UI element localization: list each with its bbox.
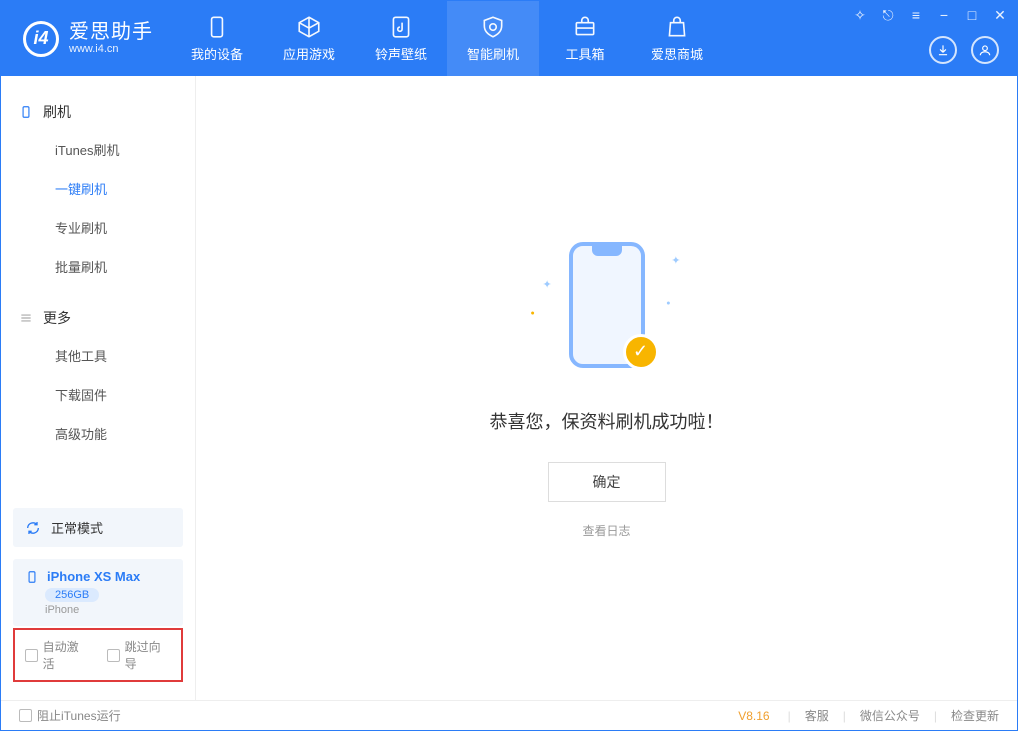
sidebar-item-other-tools[interactable]: 其他工具 (1, 336, 195, 375)
sidebar-item-itunes-flash[interactable]: iTunes刷机 (1, 130, 195, 169)
header: i4 爱思助手 www.i4.cn 我的设备 应用游戏 铃声壁纸 智能刷机 工具… (1, 1, 1017, 76)
success-illustration: ✦ ● ✦ ● ✓ (537, 238, 677, 378)
footer-link-update[interactable]: 检查更新 (951, 707, 999, 724)
tab-label: 我的设备 (191, 44, 243, 63)
account-button[interactable] (971, 36, 999, 64)
sidebar-item-pro-flash[interactable]: 专业刷机 (1, 208, 195, 247)
sidebar-item-advanced[interactable]: 高级功能 (1, 414, 195, 453)
sidebar-section-flash: 刷机 (1, 94, 195, 130)
section-title: 更多 (43, 308, 71, 328)
tab-label: 应用游戏 (283, 44, 335, 63)
main-tabs: 我的设备 应用游戏 铃声壁纸 智能刷机 工具箱 爱思商城 (171, 1, 723, 76)
view-log-link[interactable]: 查看日志 (582, 522, 630, 539)
sidebar-item-download-firmware[interactable]: 下载固件 (1, 375, 195, 414)
checkbox-label: 阻止iTunes运行 (37, 707, 121, 724)
tab-label: 智能刷机 (467, 44, 519, 63)
checkmark-badge-icon: ✓ (623, 334, 659, 370)
sparkle-icon: ● (531, 310, 535, 317)
checkbox-label: 自动激活 (43, 638, 89, 672)
close-button[interactable]: ✕ (993, 7, 1007, 24)
cube-icon (296, 14, 322, 40)
sparkle-icon: ✦ (543, 278, 552, 291)
user-icon (978, 43, 992, 57)
version-label: V8.16 (738, 709, 769, 723)
sidebar: 刷机 iTunes刷机 一键刷机 专业刷机 批量刷机 更多 其他工具 下载固件 … (1, 76, 196, 700)
download-icon (936, 43, 950, 57)
maximize-button[interactable]: □ (965, 7, 979, 24)
window-controls: ✧ ⎋ ≡ − □ ✕ (853, 7, 1007, 24)
main-content: ✦ ● ✦ ● ✓ 恭喜您，保资料刷机成功啦！ 确定 查看日志 (196, 76, 1017, 700)
checkbox-icon (107, 649, 120, 662)
header-actions (929, 36, 999, 64)
tab-label: 铃声壁纸 (375, 44, 427, 63)
refresh-icon (25, 520, 41, 536)
sidebar-section-more: 更多 (1, 300, 195, 336)
music-file-icon (388, 14, 414, 40)
app-logo: i4 爱思助手 www.i4.cn (1, 1, 171, 76)
device-type: iPhone (45, 604, 171, 616)
device-icon (204, 14, 230, 40)
download-button[interactable] (929, 36, 957, 64)
phone-icon (19, 105, 33, 119)
list-icon (19, 311, 33, 325)
sparkle-icon: ✦ (671, 254, 680, 267)
footer-link-support[interactable]: 客服 (805, 707, 829, 724)
checkbox-icon (19, 709, 32, 722)
tab-store[interactable]: 爱思商城 (631, 1, 723, 76)
shirt-icon[interactable]: ✧ (853, 7, 867, 24)
app-title: 爱思助手 (69, 21, 153, 43)
phone-small-icon (25, 570, 39, 584)
skip-guide-checkbox[interactable]: 跳过向导 (107, 638, 171, 672)
section-title: 刷机 (43, 102, 71, 122)
block-itunes-checkbox[interactable]: 阻止iTunes运行 (19, 707, 121, 724)
tab-label: 工具箱 (565, 44, 604, 63)
success-message: 恭喜您，保资料刷机成功啦！ (490, 408, 724, 434)
tab-toolbox[interactable]: 工具箱 (539, 1, 631, 76)
footer-link-wechat[interactable]: 微信公众号 (860, 707, 920, 724)
bag-icon (664, 14, 690, 40)
sidebar-item-batch-flash[interactable]: 批量刷机 (1, 247, 195, 286)
device-storage-badge: 256GB (45, 588, 99, 602)
checkbox-icon (25, 649, 38, 662)
device-mode-label: 正常模式 (51, 518, 103, 537)
footer-links: | 客服 | 微信公众号 | 检查更新 (788, 707, 999, 724)
menu-icon[interactable]: ≡ (909, 7, 923, 24)
auto-activate-checkbox[interactable]: 自动激活 (25, 638, 89, 672)
sidebar-item-one-key-flash[interactable]: 一键刷机 (1, 169, 195, 208)
lock-icon[interactable]: ⎋ (881, 7, 895, 24)
minimize-button[interactable]: − (937, 7, 951, 24)
tab-smart-flash[interactable]: 智能刷机 (447, 1, 539, 76)
sparkle-icon: ● (666, 300, 670, 307)
ok-button[interactable]: 确定 (548, 462, 666, 502)
logo-icon: i4 (23, 21, 59, 57)
app-subtitle: www.i4.cn (69, 43, 153, 55)
tab-label: 爱思商城 (651, 44, 703, 63)
footer: 阻止iTunes运行 V8.16 | 客服 | 微信公众号 | 检查更新 (1, 700, 1017, 730)
tab-ringtones-wallpapers[interactable]: 铃声壁纸 (355, 1, 447, 76)
tab-my-device[interactable]: 我的设备 (171, 1, 263, 76)
shield-refresh-icon (480, 14, 506, 40)
device-info-row[interactable]: iPhone XS Max 256GB iPhone (13, 559, 183, 626)
options-row: 自动激活 跳过向导 (13, 628, 183, 682)
tab-apps-games[interactable]: 应用游戏 (263, 1, 355, 76)
checkbox-label: 跳过向导 (125, 638, 171, 672)
toolbox-icon (572, 14, 598, 40)
device-name: iPhone XS Max (47, 569, 140, 584)
device-mode-row[interactable]: 正常模式 (13, 508, 183, 547)
